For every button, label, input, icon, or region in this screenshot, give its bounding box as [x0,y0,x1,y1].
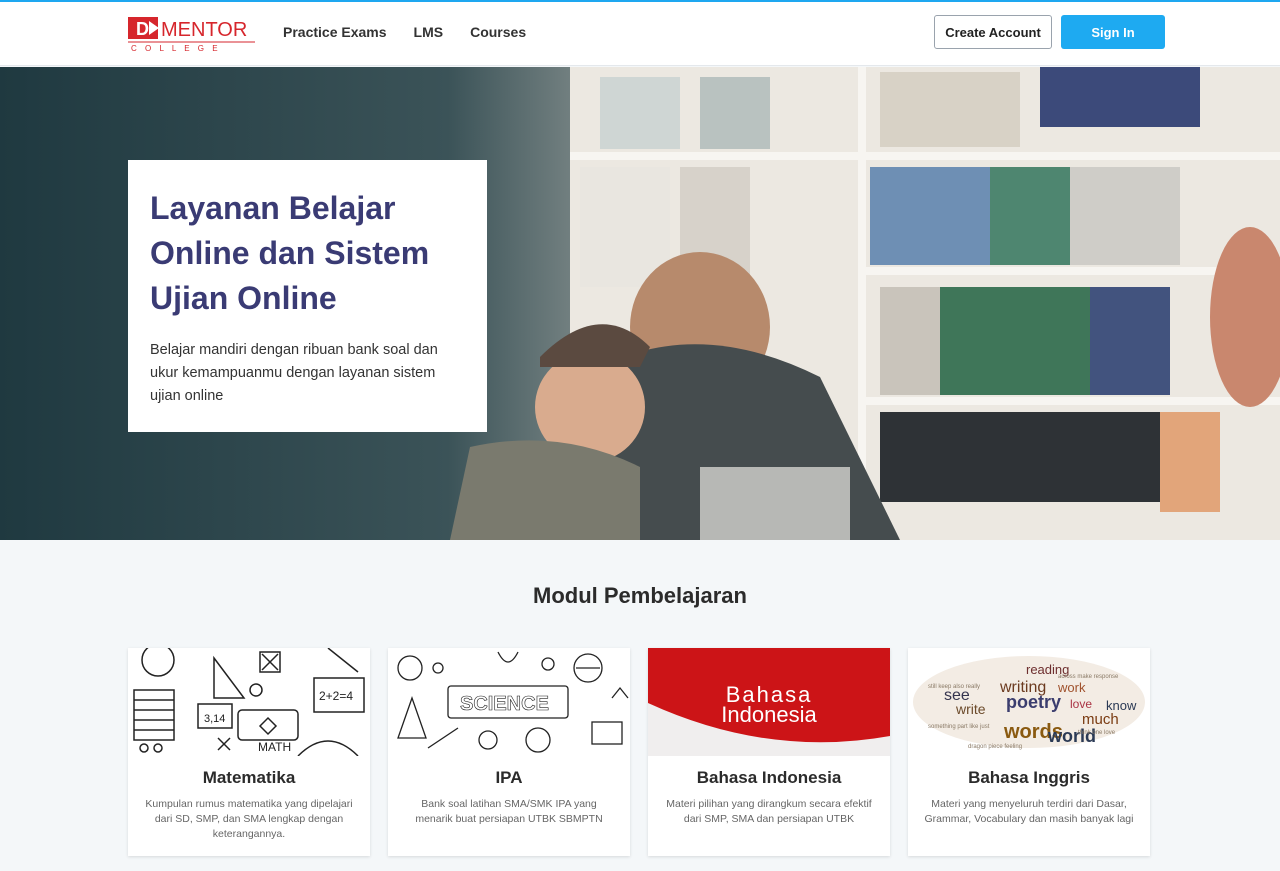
svg-text:3,14: 3,14 [204,713,225,725]
svg-text:poetry: poetry [1006,692,1061,712]
nav-practice-exams[interactable]: Practice Exams [283,24,387,40]
word-cloud-image: writing poetry words world reading work … [908,648,1150,756]
svg-text:MENTOR: MENTOR [161,19,247,41]
module-card-title: Bahasa Inggris [968,768,1090,787]
module-card-title: IPA [495,768,523,787]
hero-title-line: Online dan Sistem [150,235,430,271]
svg-text:Indonesia: Indonesia [721,702,817,727]
module-card-bahasa-inggris[interactable]: writing poetry words world reading work … [908,648,1150,856]
svg-text:2+2=4: 2+2=4 [319,689,353,703]
science-doodle-image: SCIENCE [388,648,630,756]
module-card-description: Materi yang menyeluruh terdiri dari Dasa… [924,798,1134,825]
main-nav: Practice Exams LMS Courses [283,24,526,40]
svg-text:C O L L E G E: C O L L E G E [131,44,221,53]
module-card-bahasa-indonesia[interactable]: Bahasa Indonesia Bahasa Indonesia Materi… [648,648,890,856]
svg-text:write: write [955,701,986,717]
hero-description: Belajar mandiri dengan ribuan bank soal … [150,342,438,404]
hero-title: Layanan Belajar Online dan Sistem Ujian … [150,186,465,321]
svg-text:still keep also really: still keep also really [928,684,980,690]
nav-lms[interactable]: LMS [414,24,444,40]
svg-text:world: world [1047,726,1096,746]
svg-text:think one love: think one love [1078,730,1116,736]
create-account-button[interactable]: Create Account [934,15,1052,49]
module-card-title: Matematika [202,768,296,787]
module-card-description: Materi pilihan yang dirangkum secara efe… [666,798,872,825]
hero-card: Layanan Belajar Online dan Sistem Ujian … [128,160,487,432]
bahasa-indonesia-image: Bahasa Indonesia [648,648,890,756]
modules-section-title: Modul Pembelajaran [533,583,747,608]
hero-title-line: Layanan Belajar [150,190,396,226]
module-card-title: Bahasa Indonesia [696,768,842,787]
sign-in-button[interactable]: Sign In [1061,15,1165,49]
hero-title-line: Ujian Online [150,280,337,316]
math-doodle-image: 3,14 MATH 2+2=4 [128,648,370,756]
mentor-college-logo[interactable]: D MENTOR C O L L E G E [127,15,257,53]
svg-text:D: D [136,19,149,39]
svg-text:SCIENCE: SCIENCE [460,693,549,715]
svg-text:across make response: across make response [1058,674,1119,680]
module-cards: 3,14 MATH 2+2=4 Matematika Kumpulan rumu… [128,648,1150,856]
svg-text:work: work [1057,680,1086,695]
top-navbar: D MENTOR C O L L E G E Practice Exams LM… [0,2,1280,66]
module-card-ipa[interactable]: SCIENCE IPA Bank soal latihan SMA/SMK IP… [388,648,630,856]
module-card-matematika[interactable]: 3,14 MATH 2+2=4 Matematika Kumpulan rumu… [128,648,370,856]
svg-text:much: much [1082,711,1119,728]
svg-text:MATH: MATH [258,740,291,754]
svg-text:dragon piece feeling: dragon piece feeling [968,744,1022,750]
svg-text:love: love [1070,697,1092,711]
module-card-description: Kumpulan rumus matematika yang dipelajar… [145,798,353,840]
module-card-description: Bank soal latihan SMA/SMK IPA yang menar… [415,798,603,825]
nav-courses[interactable]: Courses [470,24,526,40]
svg-text:something part like just: something part like just [928,724,990,730]
hero-banner: Layanan Belajar Online dan Sistem Ujian … [0,67,1280,540]
